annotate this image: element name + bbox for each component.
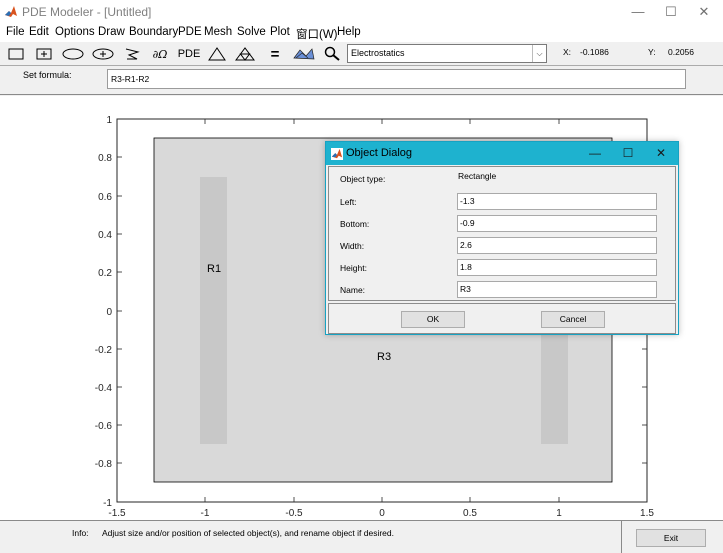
- label-r1: R1: [207, 263, 221, 275]
- info-text: Adjust size and/or position of selected …: [102, 528, 394, 538]
- draw-rectangle-icon[interactable]: [3, 44, 29, 64]
- dialog-title-bar[interactable]: Object Dialog — ☐ ✕: [326, 142, 678, 165]
- object-type-value: Rectangle: [458, 171, 497, 181]
- title-bar: PDE Modeler - [Untitled] — ☐ ✕: [0, 0, 723, 24]
- dialog-fields-panel: Object type: Rectangle Left: -1.3 Bottom…: [328, 166, 676, 301]
- x-coord-value: -0.1086: [580, 47, 609, 57]
- formula-bar: Set formula: R3-R1-R2: [0, 66, 723, 95]
- boundary-mode-icon[interactable]: ∂Ω: [147, 44, 173, 64]
- y-coord-label: Y:: [648, 47, 656, 57]
- dialog-close-button[interactable]: ✕: [646, 144, 676, 162]
- menu-draw[interactable]: Draw: [98, 26, 125, 38]
- object-type-label: Object type:: [340, 174, 386, 184]
- height-label: Height:: [340, 263, 367, 273]
- menu-solve[interactable]: Solve: [237, 26, 266, 38]
- menu-mesh[interactable]: Mesh: [204, 26, 232, 38]
- zoom-icon[interactable]: [320, 44, 344, 64]
- left-label: Left:: [340, 197, 357, 207]
- dialog-minimize-button[interactable]: —: [580, 144, 610, 162]
- y-tick-label: -0.8: [95, 459, 113, 470]
- rectangle-r1[interactable]: [200, 177, 227, 444]
- object-dialog: Object Dialog — ☐ ✕ Object type: Rectang…: [325, 141, 679, 335]
- menu-boundary[interactable]: Boundary: [129, 26, 178, 38]
- ok-button[interactable]: OK: [401, 311, 465, 328]
- y-tick-label: 0: [106, 307, 112, 318]
- plot-solution-icon[interactable]: [290, 44, 318, 64]
- y-tick-label: 0.6: [98, 192, 112, 203]
- label-r3: R3: [377, 351, 391, 363]
- menu-options[interactable]: Options: [55, 26, 95, 38]
- name-label: Name:: [340, 285, 366, 295]
- y-tick-label: 0.4: [98, 230, 112, 241]
- draw-ellipse-icon[interactable]: [59, 44, 87, 64]
- close-button[interactable]: ✕: [689, 3, 719, 21]
- set-formula-label: Set formula:: [23, 70, 72, 80]
- y-tick-label: -0.4: [95, 383, 113, 394]
- status-bar: Info: Adjust size and/or position of sel…: [0, 520, 723, 553]
- name-input[interactable]: R3: [457, 281, 657, 298]
- status-divider: [621, 521, 622, 553]
- draw-centered-rectangle-icon[interactable]: [31, 44, 57, 64]
- x-tick-label: 1: [556, 508, 562, 519]
- pde-specification-button[interactable]: PDE: [175, 44, 203, 64]
- x-tick-label: -1.5: [108, 508, 126, 519]
- x-tick-label: 0.5: [463, 508, 477, 519]
- dialog-buttons-panel: OK Cancel: [328, 303, 676, 334]
- y-tick-label: -0.6: [95, 421, 113, 432]
- window-title: PDE Modeler - [Untitled]: [22, 5, 152, 19]
- minimize-button[interactable]: —: [623, 3, 653, 21]
- y-tick-label: 0.8: [98, 153, 112, 164]
- dialog-title: Object Dialog: [346, 147, 413, 159]
- cancel-button[interactable]: Cancel: [541, 311, 605, 328]
- initialize-mesh-icon[interactable]: [204, 44, 230, 64]
- draw-centered-ellipse-icon[interactable]: [89, 44, 117, 64]
- height-input[interactable]: 1.8: [457, 259, 657, 276]
- left-input[interactable]: -1.3: [457, 193, 657, 210]
- menu-pde[interactable]: PDE: [178, 26, 202, 38]
- dialog-maximize-button[interactable]: ☐: [613, 144, 643, 162]
- refine-mesh-icon[interactable]: [231, 44, 259, 64]
- bottom-label: Bottom:: [340, 219, 370, 229]
- bottom-input[interactable]: -0.9: [457, 215, 657, 232]
- x-tick-label: -1: [201, 508, 210, 519]
- exit-button[interactable]: Exit: [636, 529, 706, 547]
- y-coord-value: 0.2056: [668, 47, 694, 57]
- x-tick-label: 0: [379, 508, 385, 519]
- chevron-down-icon[interactable]: ⌵: [532, 45, 546, 62]
- width-input[interactable]: 2.6: [457, 237, 657, 254]
- application-mode-select[interactable]: Electrostatics ⌵: [347, 44, 547, 63]
- y-tick-label: 0.2: [98, 268, 112, 279]
- x-tick-label: -0.5: [285, 508, 303, 519]
- width-label: Width:: [340, 241, 365, 251]
- y-tick-label: -0.2: [95, 345, 113, 356]
- menu-plot[interactable]: Plot: [270, 26, 290, 38]
- menu-bar: File Edit Options Draw Boundary PDE Mesh…: [0, 24, 723, 42]
- menu-help[interactable]: Help: [337, 26, 361, 38]
- maximize-button[interactable]: ☐: [656, 3, 686, 21]
- menu-file[interactable]: File: [6, 26, 25, 38]
- draw-polygon-icon[interactable]: [119, 44, 145, 64]
- application-mode-value: Electrostatics: [351, 48, 405, 58]
- menu-window[interactable]: 窗口(W): [296, 26, 338, 42]
- menu-edit[interactable]: Edit: [29, 26, 49, 38]
- matlab-logo-icon: [331, 148, 343, 160]
- set-formula-input[interactable]: R3-R1-R2: [107, 69, 686, 89]
- x-tick-label: 1.5: [640, 508, 654, 519]
- y-tick-label: 1: [106, 115, 112, 126]
- x-coord-label: X:: [563, 47, 572, 57]
- solve-pde-icon[interactable]: =: [262, 44, 288, 64]
- matlab-logo-icon: [4, 5, 18, 19]
- info-label: Info:: [72, 528, 89, 538]
